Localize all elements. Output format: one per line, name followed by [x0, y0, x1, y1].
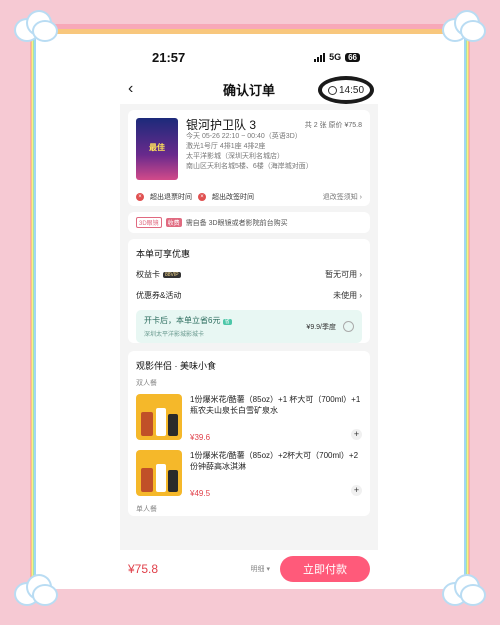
- snacks-title: 观影伴侣 · 美味小食: [136, 361, 216, 371]
- status-icons: 5G 66: [314, 52, 360, 62]
- glasses-notice: 3D眼镜 收费 需自备 3D眼镜或者影院前台购买: [128, 212, 370, 233]
- coupon-value: 未使用 ›: [333, 291, 362, 300]
- snack-desc: 1份爆米花/酷薯（85oz）+1 杯大可（700ml）+1瓶农夫山泉长白雪矿泉水: [190, 395, 361, 415]
- cloud-icon: [440, 10, 486, 44]
- movie-title: 银河护卫队 3: [186, 118, 257, 132]
- status-time: 21:57: [152, 49, 186, 65]
- glasses-text: 需自备 3D眼镜或者影院前台购买: [185, 219, 288, 227]
- cinema-name: 太平洋影城（深圳天利名城店）: [186, 153, 284, 160]
- save-tag: 省: [222, 319, 232, 325]
- snack-image: [136, 450, 182, 496]
- glasses-tag: 3D眼镜: [136, 217, 162, 228]
- total-price: ¥75.8: [128, 562, 159, 576]
- countdown-timer: 14:50: [318, 76, 374, 104]
- signal-icon: [314, 52, 326, 62]
- rainbow-border-right: [464, 34, 470, 589]
- benefit-card-value: 暂无可用 ›: [325, 270, 362, 279]
- snack-combo: 1份爆米花/酷薯（85oz）+1 杯大可（700ml）+1瓶农夫山泉长白雪矿泉水…: [128, 390, 370, 446]
- discount-card: 本单可享优惠 权益卡 88VIP 暂无可用 › 优惠券&活动 未使用 › 开卡后…: [128, 239, 370, 343]
- cloud-icon: [440, 574, 486, 608]
- cloud-icon: [12, 10, 58, 44]
- showtime: 今天 05-26 22:10 ~ 00:40（英语3D）: [186, 133, 302, 140]
- add-button[interactable]: +: [351, 429, 362, 440]
- movie-card: 最佳 银河护卫队 3 共 2 张 原价 ¥75.8 今天 05-26 22:10…: [128, 110, 370, 206]
- seat-info: 激光1号厅 4排1座 4排2座: [186, 143, 266, 150]
- close-icon: ×: [136, 193, 144, 201]
- clock-icon: [327, 85, 337, 95]
- single-meal-label: 单人餐: [136, 506, 157, 513]
- benefit-card-row[interactable]: 权益卡 88VIP 暂无可用 ›: [128, 264, 370, 285]
- phone-screen: 21:57 5G 66 ‹ 确认订单 14:50 最佳 银河护卫队 3 共 2 …: [120, 40, 378, 588]
- snacks-card: 观影伴侣 · 美味小食 双人餐 1份爆米花/酷薯（85oz）+1 杯大可（700…: [128, 351, 370, 516]
- snack-image: [136, 394, 182, 440]
- refund-policy: 超出退票时间: [150, 194, 192, 201]
- network-label: 5G: [329, 52, 342, 62]
- add-button[interactable]: +: [351, 485, 362, 496]
- discount-title: 本单可享优惠: [136, 249, 191, 259]
- promo-price: ¥9.9/季度: [306, 324, 336, 331]
- snack-price: ¥39.6: [190, 433, 211, 442]
- movie-poster: 最佳: [136, 118, 178, 180]
- change-policy: 超出改签时间: [212, 194, 254, 201]
- ticket-quantity: 共 2 张 原价 ¥75.8: [304, 122, 362, 129]
- chevron-left-icon[interactable]: ‹: [128, 80, 133, 98]
- snack-price: ¥49.5: [190, 489, 211, 498]
- poster-text: 最佳: [149, 143, 165, 152]
- close-icon: ×: [198, 193, 206, 201]
- cloud-icon: [12, 574, 58, 608]
- page-title: 确认订单: [222, 82, 275, 98]
- membership-promo[interactable]: 开卡后，本单立省6元 省 深圳太平洋影城影城卡 ¥9.9/季度: [136, 310, 362, 343]
- snack-desc: 1份爆米花/酷薯（85oz）+2杯大可（700ml）+2份钟薛高冰淇淋: [190, 451, 359, 471]
- coupon-row[interactable]: 优惠券&活动 未使用 ›: [128, 285, 370, 306]
- snack-combo: 1份爆米花/酷薯（85oz）+2杯大可（700ml）+2份钟薛高冰淇淋 ¥49.…: [128, 446, 370, 502]
- battery-icon: 66: [345, 52, 360, 62]
- vip-badge: 88VIP: [163, 271, 181, 278]
- cinema-address: 南山区天利名城5楼、6楼（海岸城对面）: [186, 163, 313, 170]
- detail-link[interactable]: 明细 ▾: [251, 564, 270, 574]
- policy-row: × 超出退票时间 × 超出改签时间 退改签须知 ›: [128, 188, 370, 206]
- promo-text: 开卡后，本单立省6元: [144, 316, 221, 325]
- promo-radio[interactable]: [343, 321, 354, 332]
- bottom-bar: ¥75.8 明细 ▾ 立即付款: [120, 550, 378, 588]
- fee-tag: 收费: [165, 218, 182, 227]
- pay-button[interactable]: 立即付款: [280, 556, 370, 582]
- timer-value: 14:50: [338, 84, 365, 96]
- nav-bar: ‹ 确认订单 14:50: [120, 74, 378, 104]
- status-bar: 21:57 5G 66: [120, 40, 378, 74]
- double-meal-label: 双人餐: [136, 380, 157, 387]
- policy-notice-link[interactable]: 退改签须知 ›: [323, 192, 362, 202]
